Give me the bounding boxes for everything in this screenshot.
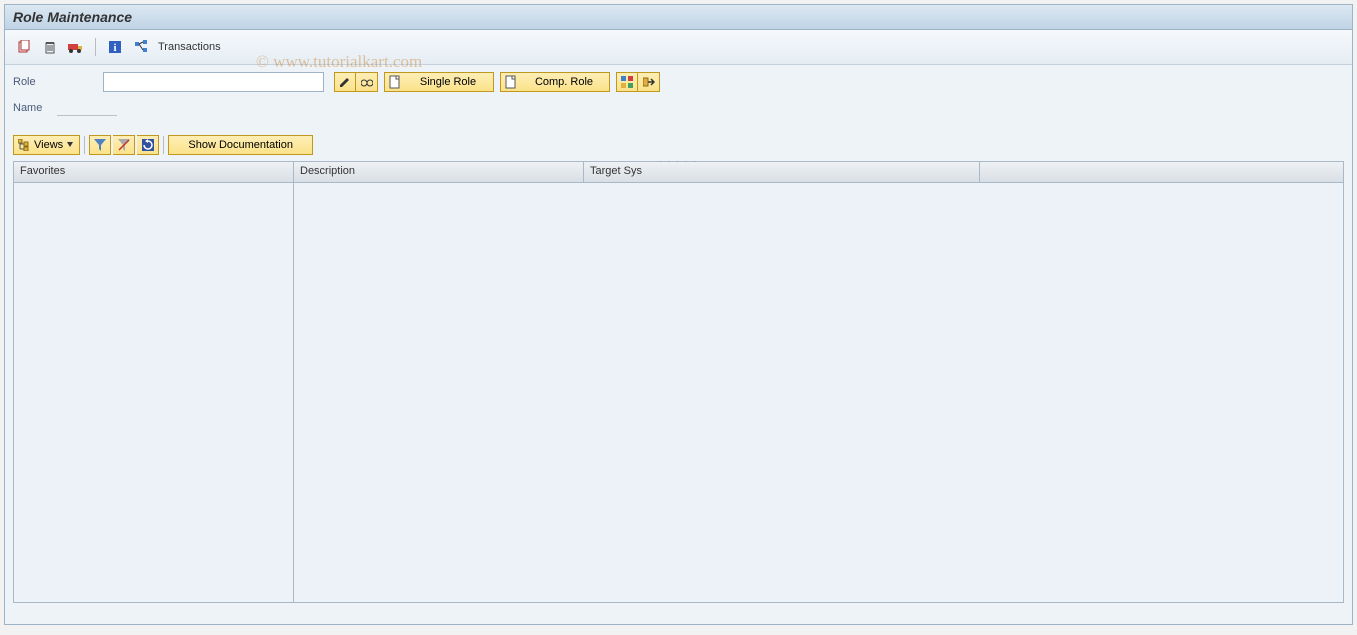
table-body — [14, 183, 1343, 603]
transport-icon[interactable] — [65, 36, 87, 58]
form-area: Role Single Role Comp. Role — [5, 65, 1352, 129]
column-target-sys[interactable]: Target Sys — [584, 162, 980, 182]
views-button[interactable]: Views — [13, 135, 80, 155]
name-label: Name — [13, 102, 53, 114]
edit-button[interactable] — [334, 72, 356, 92]
separator — [84, 136, 85, 154]
show-doc-label: Show Documentation — [188, 139, 293, 151]
refresh-icon — [142, 139, 154, 151]
table-area: Favorites Description Target Sys — [13, 161, 1344, 603]
app-frame: Role Maintenance i Transactions Role — [4, 4, 1353, 625]
svg-text:i: i — [113, 42, 116, 54]
role-input[interactable] — [103, 72, 324, 92]
grid-icon — [621, 76, 633, 88]
document-icon — [389, 75, 401, 89]
pencil-icon — [339, 76, 351, 88]
table-body-rest — [294, 183, 1343, 603]
overview-button[interactable] — [616, 72, 638, 92]
comp-role-label: Comp. Role — [523, 76, 605, 88]
column-spacer — [980, 162, 1343, 182]
tree-icon — [18, 139, 30, 151]
main-toolbar: i Transactions — [5, 30, 1352, 65]
dropdown-arrow-icon — [67, 142, 73, 148]
filter-button[interactable] — [89, 135, 111, 155]
column-description[interactable]: Description — [294, 162, 584, 182]
delete-icon[interactable] — [39, 36, 61, 58]
arrow-right-icon — [643, 76, 655, 88]
export-button[interactable] — [638, 72, 660, 92]
filter-icon — [94, 139, 106, 151]
single-role-button[interactable]: Single Role — [384, 72, 494, 92]
refresh-button[interactable] — [137, 135, 159, 155]
glasses-icon — [361, 76, 373, 88]
views-label: Views — [34, 139, 63, 151]
name-value-underline — [57, 101, 117, 116]
single-role-label: Single Role — [407, 76, 489, 88]
separator — [95, 38, 96, 56]
transactions-label[interactable]: Transactions — [158, 41, 221, 53]
show-documentation-button[interactable]: Show Documentation — [168, 135, 313, 155]
page-title: Role Maintenance — [5, 5, 1352, 30]
info-icon[interactable]: i — [104, 36, 126, 58]
comp-role-button[interactable]: Comp. Role — [500, 72, 610, 92]
document-icon — [505, 75, 517, 89]
separator — [163, 136, 164, 154]
table-header: Favorites Description Target Sys — [14, 162, 1343, 183]
column-favorites[interactable]: Favorites — [14, 162, 294, 182]
filter-off-icon — [118, 139, 130, 151]
filter-delete-button[interactable] — [113, 135, 135, 155]
copy-icon[interactable] — [13, 36, 35, 58]
where-used-icon[interactable] — [130, 36, 152, 58]
role-label: Role — [13, 76, 103, 88]
display-button[interactable] — [356, 72, 378, 92]
table-body-favorites — [14, 183, 294, 603]
